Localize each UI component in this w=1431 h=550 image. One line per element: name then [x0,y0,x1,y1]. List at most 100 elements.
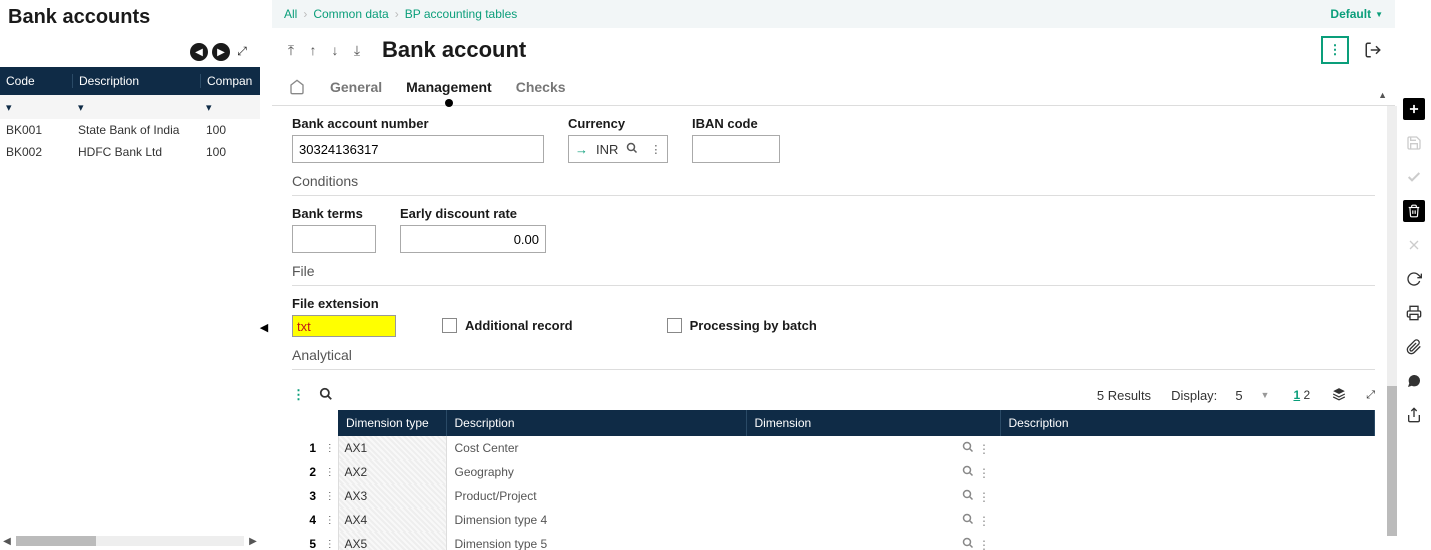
collapse-left-panel-icon[interactable]: ◀ [257,315,271,339]
table-row[interactable]: 1⋮AX1Cost Center⋮ [292,436,1375,460]
analytical-toolbar: ⋮ 5 Results Display: 5 ▼ 1 2 ⤢ [292,380,1375,410]
scroll-track[interactable] [16,536,244,546]
bank-terms-input[interactable] [292,225,376,253]
scroll-right-icon[interactable]: ▶ [246,534,260,548]
exit-icon[interactable] [1363,40,1383,60]
row-actions-icon[interactable]: ⋮ [322,508,338,532]
currency-more-icon[interactable]: ⋮ [650,143,661,156]
header-description-1[interactable]: Description [446,410,746,436]
breadcrumb-bp-tables[interactable]: BP accounting tables [405,7,518,21]
header-description[interactable]: Description [72,74,200,88]
header-dimension-type[interactable]: Dimension type [338,410,446,436]
table-row[interactable]: 3⋮AX3Product/Project⋮ [292,484,1375,508]
content-vertical-scrollbar[interactable] [1387,106,1397,536]
table-search-icon[interactable] [319,387,333,404]
table-row[interactable]: 5⋮AX5Dimension type 5⋮ [292,532,1375,550]
table-row[interactable]: 2⋮AX2Geography⋮ [292,460,1375,484]
page-1[interactable]: 1 [1293,388,1300,402]
left-panel-icons: ◀ ▶ ⤢ [0,39,260,67]
left-horizontal-scrollbar[interactable]: ◀ ▶ [0,532,260,550]
early-discount-rate-input[interactable] [400,225,546,253]
dimension-cell[interactable]: ⋮ [746,532,1000,550]
refresh-icon[interactable] [1403,268,1425,290]
left-filter-row: ▾ ▾ ▾ [0,95,260,119]
analytical-table: Dimension type Description Dimension Des… [292,410,1375,550]
print-icon[interactable] [1403,302,1425,324]
page-title: Bank account [382,37,1321,63]
search-icon[interactable] [962,466,974,480]
main-header: ⤒ ↑ ↓ ⤓ Bank account ⋮ [272,28,1395,72]
search-icon[interactable] [962,442,974,456]
row-actions-icon[interactable]: ⋮ [322,484,338,508]
expand-table-icon[interactable]: ⤢ [1366,389,1375,402]
search-icon[interactable] [962,538,974,550]
more-icon[interactable]: ⋮ [978,490,990,504]
header-company[interactable]: Compan [200,74,260,88]
add-icon[interactable] [1403,98,1425,120]
dimension-cell[interactable]: ⋮ [746,508,1000,532]
scroll-up-icon[interactable]: ▲ [1378,90,1387,100]
header-code[interactable]: Code [0,74,72,88]
more-actions-button[interactable]: ⋮ [1321,36,1349,64]
expand-panel-icon[interactable]: ⤢ [234,43,250,59]
layers-icon[interactable] [1332,387,1346,404]
breadcrumb-common-data[interactable]: Common data [313,7,388,21]
analytical-section-head: Analytical [292,347,1375,363]
scroll-thumb[interactable] [1387,386,1397,536]
processing-by-batch-checkbox[interactable] [667,318,682,333]
next-record-icon[interactable]: ↓ [328,42,342,59]
file-extension-input[interactable] [292,315,396,337]
row-actions-icon[interactable]: ⋮ [322,460,338,484]
prev-record-icon[interactable]: ↑ [306,42,320,59]
more-icon[interactable]: ⋮ [978,442,990,456]
list-item[interactable]: BK002 HDFC Bank Ltd 100 [0,141,260,163]
delete-icon[interactable] [1403,200,1425,222]
tab-checks[interactable]: Checks [516,79,566,99]
last-record-icon[interactable]: ⤓ [350,42,364,59]
row-number: 1 [292,436,322,460]
header-dimension[interactable]: Dimension [746,410,1000,436]
display-dropdown-icon[interactable]: ▼ [1261,390,1270,400]
scroll-left-icon[interactable]: ◀ [0,534,14,548]
more-icon[interactable]: ⋮ [978,466,990,480]
comment-icon[interactable] [1403,370,1425,392]
filter-description-icon[interactable]: ▾ [72,101,200,114]
tab-general[interactable]: General [330,79,382,99]
currency-input[interactable]: → INR ⋮ [568,135,668,163]
table-row[interactable]: 4⋮AX4Dimension type 4⋮ [292,508,1375,532]
row-actions-icon[interactable]: ⋮ [322,436,338,460]
share-icon[interactable] [1403,404,1425,426]
tab-management[interactable]: Management [406,79,492,99]
dimension-cell[interactable]: ⋮ [746,460,1000,484]
default-button[interactable]: Default▼ [1330,7,1383,21]
table-actions-icon[interactable]: ⋮ [292,387,305,403]
conditions-section-head: Conditions [292,173,1375,189]
search-icon[interactable] [962,490,974,504]
dimension-cell[interactable]: ⋮ [746,436,1000,460]
page-2[interactable]: 2 [1304,388,1311,402]
chevron-right-icon: › [303,7,307,21]
first-record-icon[interactable]: ⤒ [284,42,298,59]
search-icon[interactable] [962,514,974,528]
home-tab-icon[interactable] [288,79,306,98]
divider [292,369,1375,370]
currency-goto-icon[interactable]: → [575,142,588,157]
iban-input[interactable] [692,135,780,163]
currency-search-icon[interactable] [626,142,638,157]
row-actions-icon[interactable]: ⋮ [322,532,338,550]
filter-company-icon[interactable]: ▾ [200,101,260,114]
list-item[interactable]: BK001 State Bank of India 100 [0,119,260,141]
dimension-cell[interactable]: ⋮ [746,484,1000,508]
more-icon[interactable]: ⋮ [978,538,990,550]
filter-code-icon[interactable]: ▾ [0,101,72,114]
prev-record-icon[interactable]: ◀ [190,43,208,61]
breadcrumb-all[interactable]: All [284,7,297,21]
row-description: HDFC Bank Ltd [72,145,200,159]
more-icon[interactable]: ⋮ [978,514,990,528]
header-description-2[interactable]: Description [1000,410,1375,436]
scroll-thumb[interactable] [16,536,96,546]
next-record-icon[interactable]: ▶ [212,43,230,61]
additional-record-checkbox[interactable] [442,318,457,333]
attachment-icon[interactable] [1403,336,1425,358]
bank-account-number-input[interactable] [292,135,544,163]
